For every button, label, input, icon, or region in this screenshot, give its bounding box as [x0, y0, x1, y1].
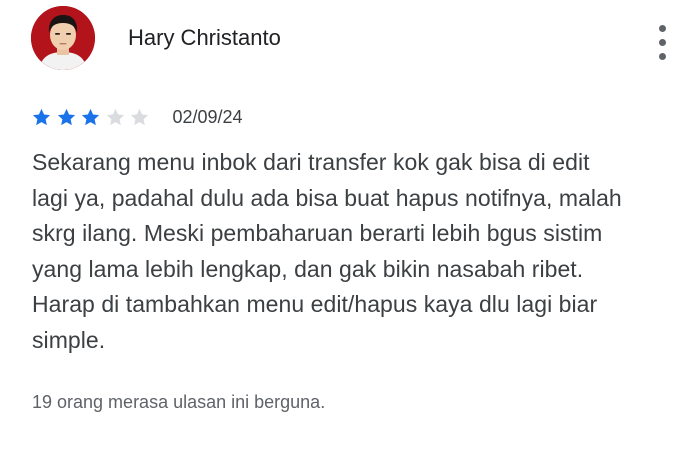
more-vert-icon-dot: [659, 53, 666, 60]
star-empty-icon: [106, 108, 124, 125]
review-header: Hary Christanto: [31, 6, 681, 70]
helpful-count-text: 19 orang merasa ulasan ini berguna.: [32, 392, 326, 412]
star-filled-icon: [81, 108, 100, 125]
star-empty-icon: [130, 108, 149, 125]
reviewer-name: Hary Christanto: [128, 25, 281, 50]
review-card: Hary Christanto 02/09/24 Sekarang menu i…: [0, 0, 693, 452]
review-text: Sekarang menu inbok dari transfer kok ga…: [32, 149, 622, 353]
star-rating: [31, 107, 154, 128]
review-date: 02/09/24: [172, 107, 243, 127]
star-filled-icon: [57, 108, 75, 125]
more-vert-icon: [659, 25, 666, 32]
avatar: [31, 6, 95, 70]
more-vert-icon-dot: [659, 39, 666, 46]
more-options-button[interactable]: [648, 14, 678, 64]
rating-row: 02/09/24: [31, 104, 243, 130]
star-filled-icon: [32, 108, 51, 125]
